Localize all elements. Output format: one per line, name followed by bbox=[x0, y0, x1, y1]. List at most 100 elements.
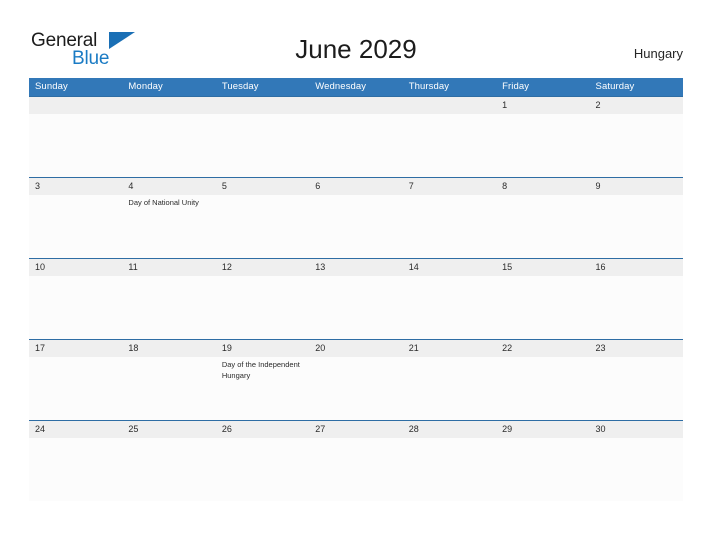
day-cell[interactable] bbox=[29, 195, 122, 257]
week-day-number-band: 10 11 12 13 14 15 16 bbox=[29, 259, 683, 276]
day-cell[interactable] bbox=[122, 357, 215, 419]
day-number[interactable]: 29 bbox=[496, 421, 589, 438]
week-day-number-band: 3 4 5 6 7 8 9 bbox=[29, 178, 683, 195]
weekday-header-tuesday: Tuesday bbox=[221, 81, 259, 92]
day-number[interactable]: 10 bbox=[29, 259, 122, 276]
day-number[interactable]: 23 bbox=[590, 340, 683, 357]
day-number[interactable]: 2 bbox=[590, 97, 683, 114]
country-label: Hungary bbox=[633, 46, 683, 61]
day-cell[interactable] bbox=[309, 357, 402, 419]
day-cell[interactable] bbox=[496, 195, 589, 257]
day-number[interactable] bbox=[403, 97, 496, 114]
calendar-page: General Blue June 2029 Hungary Sunday Mo… bbox=[0, 0, 712, 550]
day-number[interactable]: 25 bbox=[122, 421, 215, 438]
event-label: Day of the Independent Hungary bbox=[221, 360, 300, 380]
day-number[interactable]: 15 bbox=[496, 259, 589, 276]
day-number[interactable]: 19 bbox=[216, 340, 309, 357]
day-number[interactable]: 27 bbox=[309, 421, 402, 438]
calendar-grid: Sunday Monday Tuesday Wednesday Thursday… bbox=[29, 78, 683, 501]
week-row: 3 4 5 6 7 8 9 Day of National Unity bbox=[29, 177, 683, 258]
weekday-header-friday: Friday bbox=[502, 81, 530, 92]
day-cell[interactable] bbox=[590, 276, 683, 338]
day-cell[interactable] bbox=[403, 276, 496, 338]
weekday-header-sunday: Sunday bbox=[35, 81, 68, 92]
day-cell[interactable] bbox=[590, 195, 683, 257]
day-number[interactable]: 8 bbox=[496, 178, 589, 195]
day-cell[interactable] bbox=[122, 438, 215, 500]
week-event-band bbox=[29, 114, 683, 176]
day-number[interactable]: 3 bbox=[29, 178, 122, 195]
day-cell[interactable] bbox=[403, 195, 496, 257]
week-event-band bbox=[29, 276, 683, 338]
week-day-number-band: 1 2 bbox=[29, 97, 683, 114]
day-number[interactable]: 20 bbox=[309, 340, 402, 357]
weekday-header-thursday: Thursday bbox=[408, 81, 450, 92]
day-cell[interactable] bbox=[496, 438, 589, 500]
week-event-band: Day of the Independent Hungary bbox=[29, 357, 683, 419]
day-number[interactable]: 21 bbox=[403, 340, 496, 357]
day-cell[interactable] bbox=[29, 357, 122, 419]
day-number[interactable]: 14 bbox=[403, 259, 496, 276]
day-number[interactable]: 4 bbox=[122, 178, 215, 195]
day-cell[interactable] bbox=[309, 276, 402, 338]
weekday-header-monday: Monday bbox=[128, 81, 163, 92]
weekday-header-row: Sunday Monday Tuesday Wednesday Thursday… bbox=[29, 78, 683, 96]
day-cell[interactable] bbox=[122, 114, 215, 176]
week-row: 17 18 19 20 21 22 23 Day of the Independ… bbox=[29, 339, 683, 420]
day-cell[interactable] bbox=[403, 114, 496, 176]
day-cell[interactable] bbox=[216, 438, 309, 500]
week-day-number-band: 17 18 19 20 21 22 23 bbox=[29, 340, 683, 357]
day-cell[interactable] bbox=[590, 357, 683, 419]
day-number[interactable]: 26 bbox=[216, 421, 309, 438]
day-cell[interactable] bbox=[216, 276, 309, 338]
day-number[interactable] bbox=[309, 97, 402, 114]
day-number[interactable]: 6 bbox=[309, 178, 402, 195]
week-row: 24 25 26 27 28 29 30 bbox=[29, 420, 683, 501]
day-number[interactable]: 17 bbox=[29, 340, 122, 357]
day-cell[interactable] bbox=[29, 276, 122, 338]
day-number[interactable]: 11 bbox=[122, 259, 215, 276]
day-number[interactable]: 13 bbox=[309, 259, 402, 276]
day-number[interactable] bbox=[122, 97, 215, 114]
day-cell[interactable] bbox=[29, 114, 122, 176]
event-label: Day of National Unity bbox=[128, 198, 199, 207]
week-day-number-band: 24 25 26 27 28 29 30 bbox=[29, 421, 683, 438]
day-cell[interactable] bbox=[122, 276, 215, 338]
day-number[interactable]: 5 bbox=[216, 178, 309, 195]
day-number[interactable] bbox=[216, 97, 309, 114]
day-cell[interactable] bbox=[216, 114, 309, 176]
day-cell[interactable] bbox=[309, 195, 402, 257]
day-cell[interactable] bbox=[403, 438, 496, 500]
day-cell[interactable] bbox=[590, 438, 683, 500]
day-cell[interactable] bbox=[216, 195, 309, 257]
day-number[interactable]: 28 bbox=[403, 421, 496, 438]
day-number[interactable]: 1 bbox=[496, 97, 589, 114]
day-cell[interactable] bbox=[309, 438, 402, 500]
day-number[interactable]: 30 bbox=[590, 421, 683, 438]
day-cell[interactable] bbox=[403, 357, 496, 419]
weekday-header-saturday: Saturday bbox=[595, 81, 635, 92]
day-number[interactable]: 9 bbox=[590, 178, 683, 195]
day-number[interactable]: 22 bbox=[496, 340, 589, 357]
week-row: 10 11 12 13 14 15 16 bbox=[29, 258, 683, 339]
week-event-band: Day of National Unity bbox=[29, 195, 683, 257]
day-cell[interactable]: Day of National Unity bbox=[122, 195, 215, 257]
day-number[interactable]: 18 bbox=[122, 340, 215, 357]
day-cell[interactable] bbox=[590, 114, 683, 176]
day-number[interactable]: 24 bbox=[29, 421, 122, 438]
day-cell[interactable] bbox=[309, 114, 402, 176]
day-cell[interactable] bbox=[496, 276, 589, 338]
day-cell[interactable] bbox=[29, 438, 122, 500]
page-title: June 2029 bbox=[295, 34, 417, 64]
weekday-header-wednesday: Wednesday bbox=[315, 81, 367, 92]
day-number[interactable]: 12 bbox=[216, 259, 309, 276]
week-event-band bbox=[29, 438, 683, 500]
day-cell[interactable] bbox=[496, 114, 589, 176]
day-cell[interactable] bbox=[496, 357, 589, 419]
day-number[interactable]: 16 bbox=[590, 259, 683, 276]
week-row: 1 2 bbox=[29, 96, 683, 177]
day-cell[interactable]: Day of the Independent Hungary bbox=[216, 357, 309, 419]
day-number[interactable] bbox=[29, 97, 122, 114]
day-number[interactable]: 7 bbox=[403, 178, 496, 195]
page-header: General Blue June 2029 Hungary bbox=[0, 0, 712, 78]
